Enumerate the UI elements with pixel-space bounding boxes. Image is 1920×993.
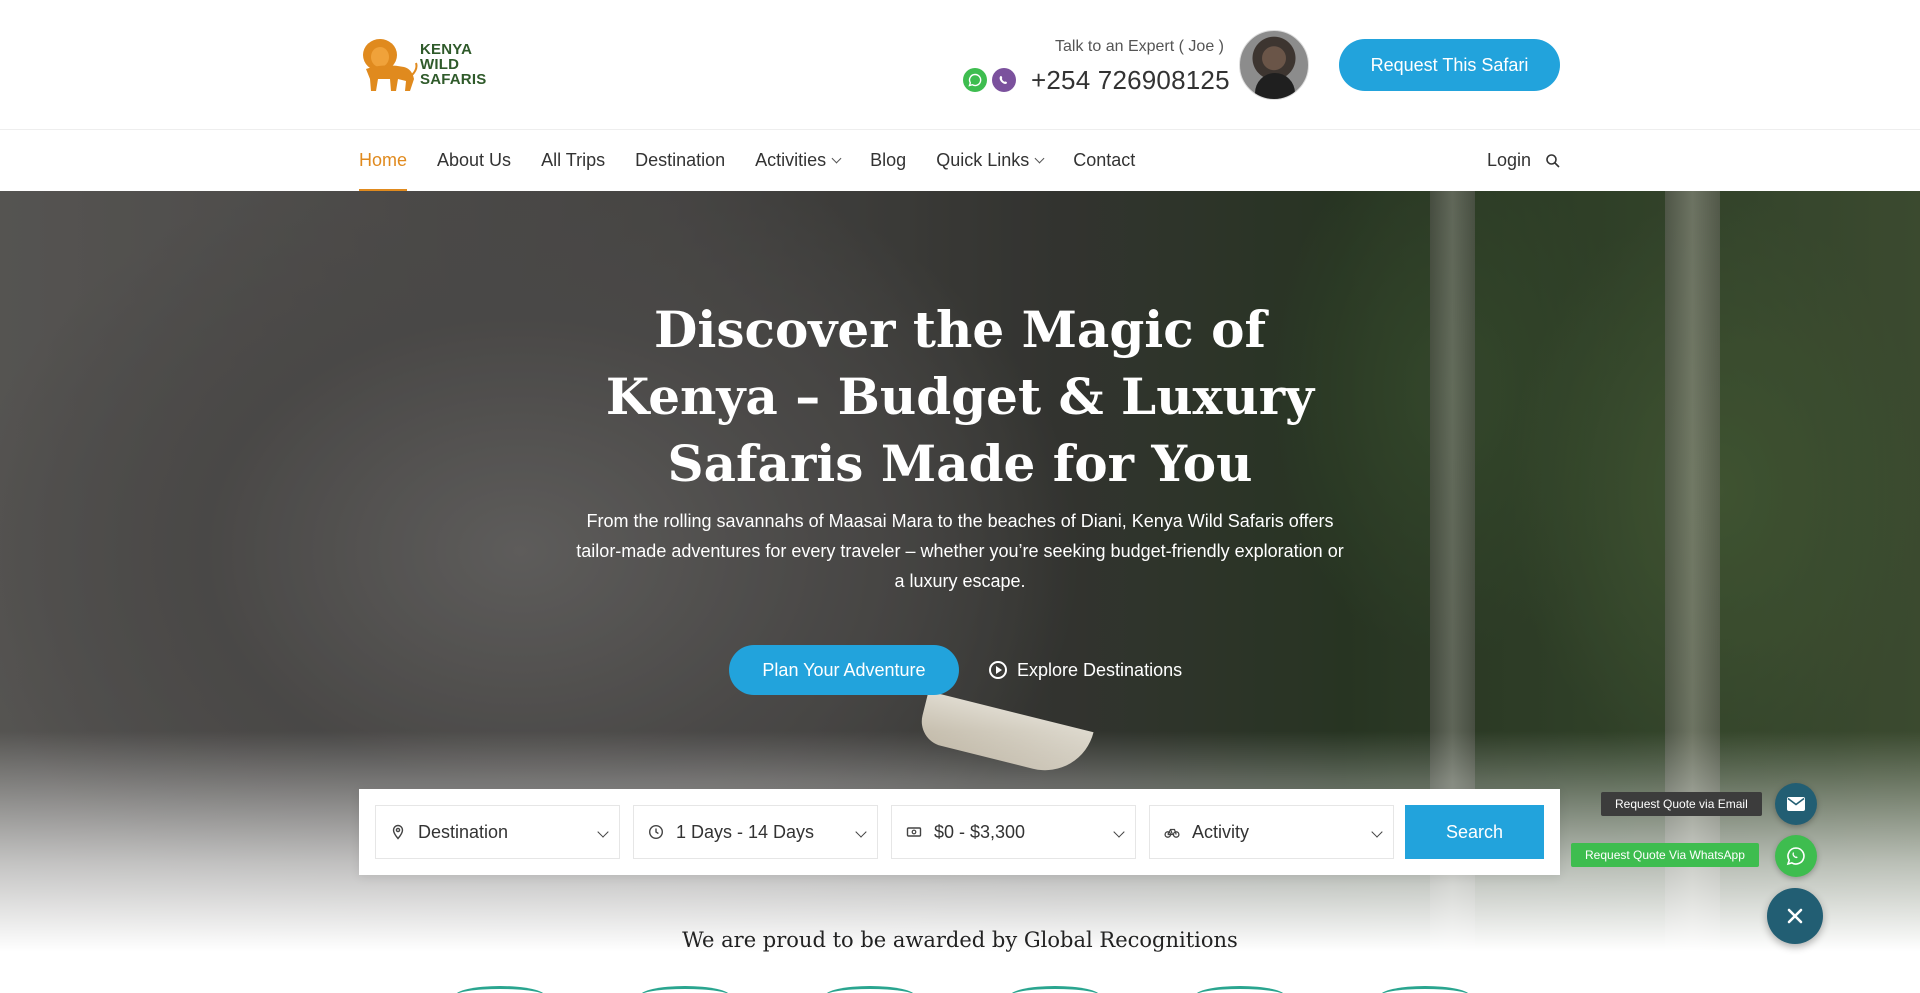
nav-item-all-trips[interactable]: All Trips <box>541 130 605 191</box>
email-quote-button[interactable] <box>1775 783 1817 825</box>
expert-avatar <box>1239 30 1309 100</box>
logo-line-3: SAFARIS <box>420 70 487 88</box>
price-select[interactable]: $0 - $3,300 <box>891 805 1136 859</box>
nav-item-quick-links[interactable]: Quick Links <box>936 130 1045 191</box>
duration-select[interactable]: 1 Days - 14 Days <box>633 805 878 859</box>
logo-text: KENYA WILD SAFARIS <box>420 42 486 87</box>
award-badge <box>1010 986 1100 993</box>
site-logo[interactable]: KENYA WILD SAFARIS <box>358 34 488 94</box>
nav-item-destination[interactable]: Destination <box>635 130 725 191</box>
close-icon <box>1787 908 1803 924</box>
award-badge <box>640 986 730 993</box>
nav-item-about[interactable]: About Us <box>437 130 511 191</box>
chevron-down-icon <box>855 826 867 838</box>
viber-icon[interactable] <box>992 68 1016 92</box>
award-badge <box>825 986 915 993</box>
nav-item-activities[interactable]: Activities <box>755 130 842 191</box>
award-badge <box>1380 986 1470 993</box>
award-badge <box>1195 986 1285 993</box>
lion-logo-icon <box>363 39 418 91</box>
chevron-down-icon <box>1034 153 1045 164</box>
nav-item-contact[interactable]: Contact <box>1073 130 1135 191</box>
nav-item-blog[interactable]: Blog <box>870 130 906 191</box>
whatsapp-quote-label[interactable]: Request Quote Via WhatsApp <box>1571 843 1759 867</box>
whatsapp-icon[interactable] <box>963 68 987 92</box>
trip-search-form: Destination 1 Days - 14 Days $0 - $3,300… <box>359 789 1560 875</box>
phone-number[interactable]: +254 726908125 <box>1031 65 1230 96</box>
explore-destinations-label: Explore Destinations <box>1017 659 1183 680</box>
explore-destinations-link[interactable]: Explore Destinations <box>989 645 1182 695</box>
hero-subtitle: From the rolling savannahs of Maasai Mar… <box>576 511 1344 591</box>
destination-value: Destination <box>418 821 509 842</box>
chevron-down-icon <box>597 826 609 838</box>
close-widget-button[interactable] <box>1767 888 1823 944</box>
award-badge <box>455 986 545 993</box>
logo-line-1: KENYA <box>420 40 473 58</box>
whatsapp-quote-button[interactable] <box>1775 835 1817 877</box>
whatsapp-icon <box>1786 847 1805 866</box>
logo-line-2: WILD <box>420 55 460 73</box>
expert-label: Talk to an Expert ( Joe ) <box>1055 38 1224 55</box>
nav-activities-label: Activities <box>755 150 827 170</box>
phone-row: +254 726908125 <box>963 64 1230 96</box>
awards-heading: We are proud to be awarded by Global Rec… <box>682 928 1238 952</box>
plan-adventure-button[interactable]: Plan Your Adventure <box>729 645 959 695</box>
clock-icon <box>648 824 664 840</box>
activity-select[interactable]: Activity <box>1149 805 1394 859</box>
chevron-down-icon <box>1113 826 1125 838</box>
main-nav: Home About Us All Trips Destination Acti… <box>0 130 1920 191</box>
nav-item-home[interactable]: Home <box>359 130 408 191</box>
price-value: $0 - $3,300 <box>934 821 1026 842</box>
search-icon[interactable] <box>1545 153 1561 169</box>
map-pin-icon <box>392 824 404 840</box>
money-icon <box>906 827 922 837</box>
login-link[interactable]: Login <box>1487 150 1531 171</box>
duration-value: 1 Days - 14 Days <box>676 821 815 842</box>
nav-quick-links-label: Quick Links <box>936 150 1030 170</box>
chevron-down-icon <box>831 153 842 164</box>
play-circle-icon <box>989 661 1007 679</box>
bicycle-icon <box>1164 828 1180 838</box>
top-header: KENYA WILD SAFARIS Talk to an Expert ( J… <box>0 0 1920 130</box>
envelope-icon <box>1787 797 1805 811</box>
chevron-down-icon <box>1371 826 1383 838</box>
destination-select[interactable]: Destination <box>375 805 620 859</box>
search-button[interactable]: Search <box>1405 805 1544 859</box>
activity-value: Activity <box>1192 821 1250 842</box>
request-safari-button[interactable]: Request This Safari <box>1339 39 1560 91</box>
hero-title: Discover the Magic of Kenya – Budget & L… <box>605 300 1315 493</box>
email-quote-label[interactable]: Request Quote via Email <box>1601 792 1762 816</box>
